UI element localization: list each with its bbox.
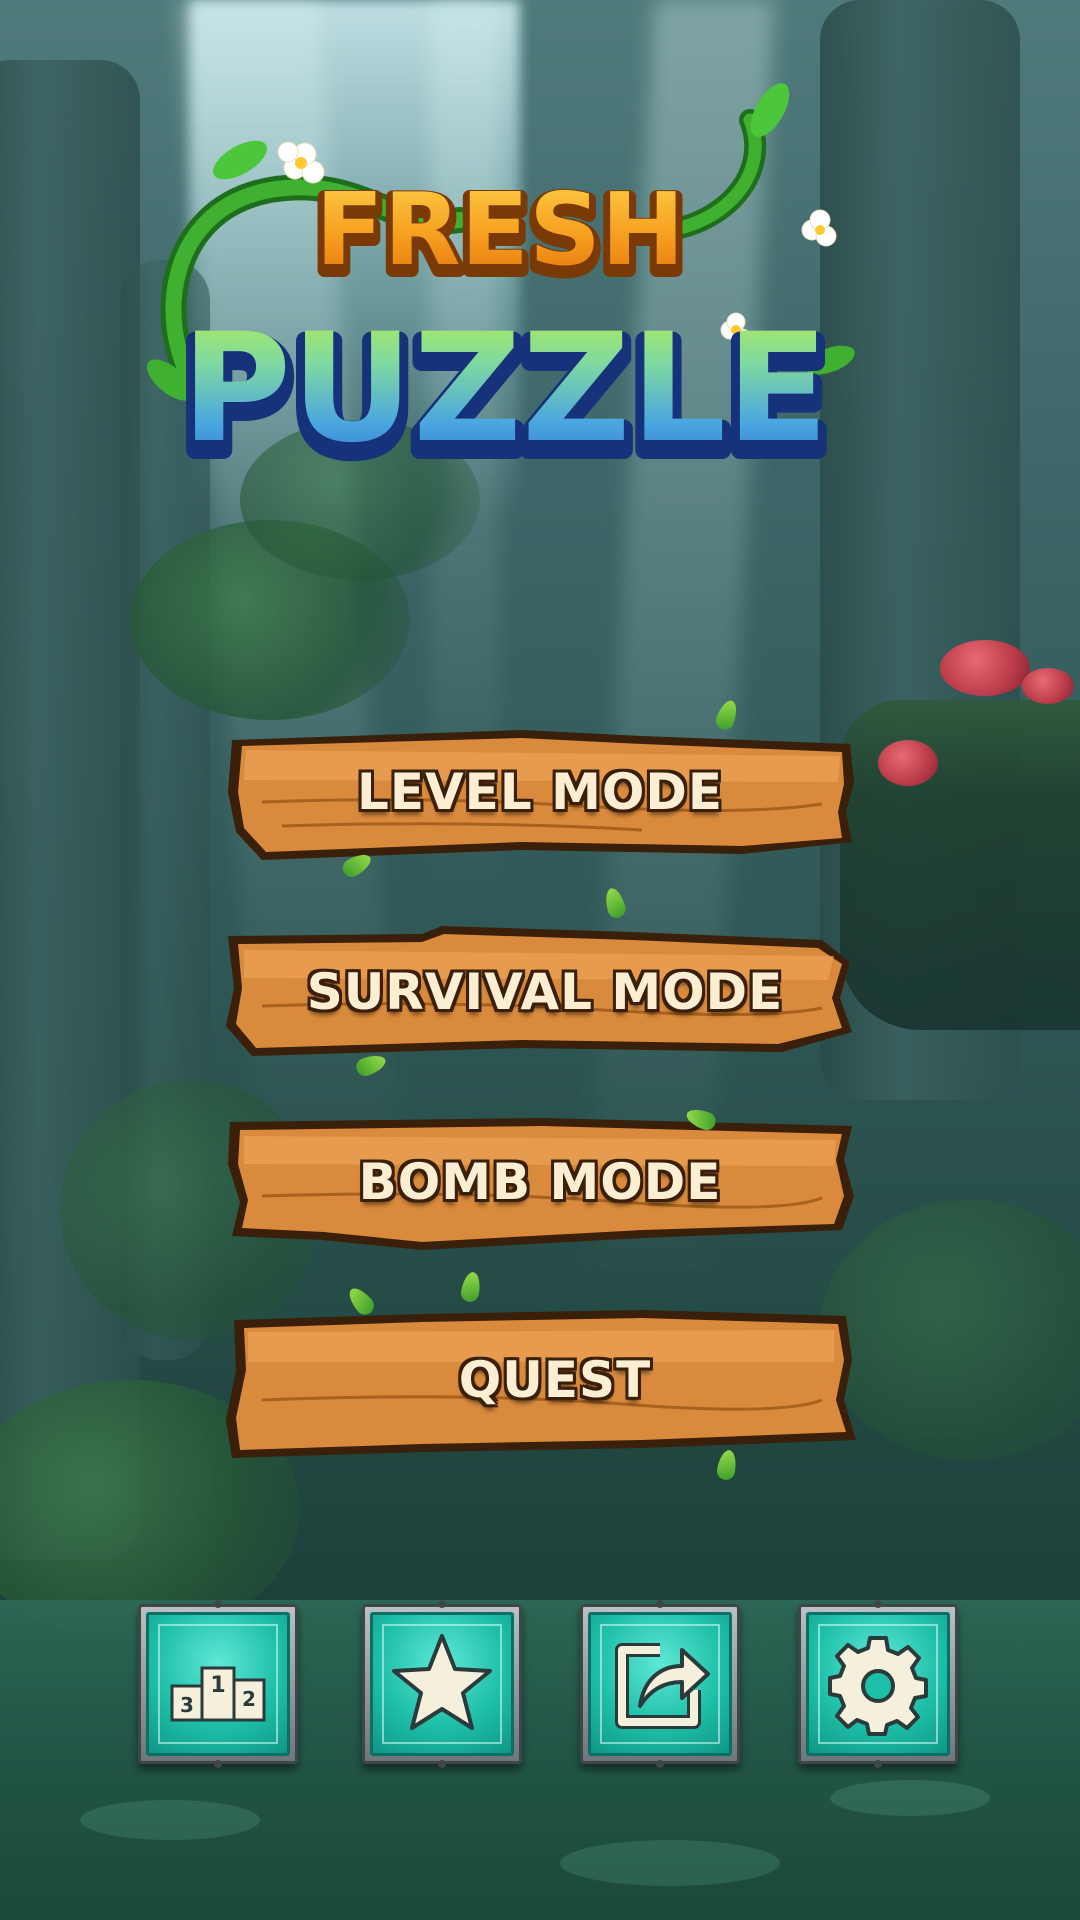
water-ripple — [80, 1800, 260, 1840]
leaf-decoration — [459, 1270, 483, 1304]
podium-second: 2 — [242, 1687, 256, 1711]
survival-mode-label: SURVIVAL MODE — [306, 963, 784, 1021]
share-icon — [600, 1624, 720, 1744]
rivet — [874, 1600, 882, 1608]
game-logo: FRESH FRESH PUZZLE PUZZLE — [130, 80, 870, 500]
logo-line2: PUZZLE — [181, 302, 828, 476]
quest-label: QUEST — [458, 1351, 652, 1409]
tree-trunk — [0, 60, 140, 1560]
level-mode-button[interactable]: LEVEL MODE — [222, 697, 858, 881]
podium-third: 3 — [180, 1693, 194, 1717]
rivet — [438, 1600, 446, 1608]
water-ripple — [560, 1840, 780, 1886]
star-icon — [382, 1624, 502, 1744]
mushroom — [878, 740, 938, 786]
rivet — [874, 1760, 882, 1768]
survival-mode-button[interactable]: SURVIVAL MODE — [222, 886, 858, 1079]
rivet — [438, 1760, 446, 1768]
gear-icon — [818, 1624, 938, 1744]
logo-line1: FRESH — [315, 171, 684, 288]
share-button[interactable] — [580, 1600, 740, 1768]
rivet — [656, 1600, 664, 1608]
leaderboard-podium-icon: 3 1 2 — [158, 1624, 278, 1744]
rock-ledge — [840, 700, 1080, 1030]
settings-button[interactable] — [798, 1600, 958, 1768]
favorites-button[interactable] — [362, 1600, 522, 1768]
mushroom — [940, 640, 1030, 696]
quest-button[interactable]: QUEST — [222, 1283, 858, 1482]
leaderboard-button[interactable]: 3 1 2 — [138, 1600, 298, 1768]
game-main-menu: FRESH FRESH PUZZLE PUZZLE LEVEL MODE SUR… — [0, 0, 1080, 1920]
bomb-mode-label: BOMB MODE — [358, 1153, 722, 1211]
level-mode-label: LEVEL MODE — [356, 763, 724, 821]
rivet — [214, 1600, 222, 1608]
leaf-cluster — [820, 1200, 1080, 1460]
podium-first: 1 — [210, 1673, 225, 1698]
rivet — [656, 1760, 664, 1768]
bomb-mode-button[interactable]: BOMB MODE — [222, 1105, 858, 1304]
rivet — [214, 1760, 222, 1768]
logo-artwork: FRESH FRESH PUZZLE PUZZLE — [146, 83, 855, 495]
mushroom — [1022, 668, 1074, 704]
water-ripple — [830, 1780, 990, 1816]
